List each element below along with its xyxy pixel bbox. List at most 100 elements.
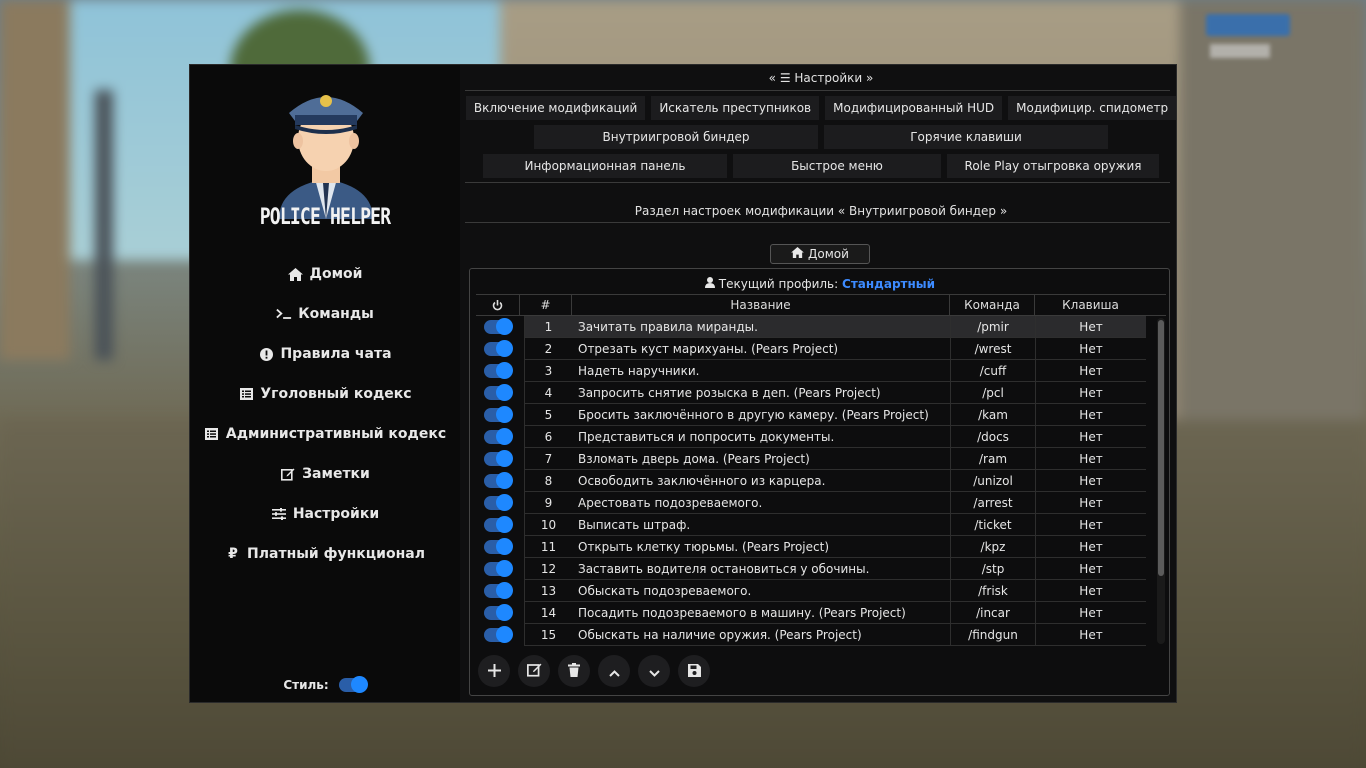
delete-button[interactable] xyxy=(558,655,590,687)
table-row[interactable]: 10 Выписать штраф./ticket Нет xyxy=(476,514,1166,536)
tab-hotkeys[interactable]: Горячие клавиши xyxy=(824,125,1108,149)
enable-toggle[interactable] xyxy=(484,560,513,577)
move-down-button[interactable] xyxy=(638,655,670,687)
row-toggle[interactable] xyxy=(476,316,520,338)
row-toggle[interactable] xyxy=(476,426,520,448)
enable-toggle[interactable] xyxy=(484,362,513,379)
move-up-button[interactable] xyxy=(598,655,630,687)
settings-tabs-row2: Внутриигровой биндер Горячие клавиши xyxy=(465,125,1177,149)
row-toggle[interactable] xyxy=(476,536,520,558)
tab-quick-menu[interactable]: Быстрое меню xyxy=(733,154,941,178)
edit-icon xyxy=(526,662,542,681)
row-toggle[interactable] xyxy=(476,624,520,646)
enable-toggle[interactable] xyxy=(484,472,513,489)
sidebar-item-settings[interactable]: Настройки xyxy=(190,494,460,534)
tab-modified-hud[interactable]: Модифицированный HUD xyxy=(825,96,1003,120)
row-number: 10 xyxy=(524,514,572,536)
home-button[interactable]: Домой xyxy=(770,244,870,264)
row-toggle[interactable] xyxy=(476,470,520,492)
sidebar-item-chat-rules[interactable]: Правила чата xyxy=(190,334,460,374)
sidebar-item-paid-features[interactable]: ₽ Платный функционал xyxy=(190,534,460,574)
edit-button[interactable] xyxy=(518,655,550,687)
table-row[interactable]: 6 Представиться и попросить документы./do… xyxy=(476,426,1166,448)
hud-info xyxy=(1210,44,1270,58)
row-toggle[interactable] xyxy=(476,514,520,536)
row-toggle[interactable] xyxy=(476,404,520,426)
row-key: Нет xyxy=(1035,492,1146,514)
enable-toggle[interactable] xyxy=(484,516,513,533)
sidebar: POLICE HELPER Домой Команды Правила чата… xyxy=(190,65,460,702)
table-row[interactable]: 12 Заставить водителя остановиться у обоч… xyxy=(476,558,1166,580)
enable-toggle[interactable] xyxy=(484,406,513,423)
table-row[interactable]: 13 Обыскать подозреваемого./frisk Нет xyxy=(476,580,1166,602)
row-toggle[interactable] xyxy=(476,580,520,602)
table-row[interactable]: 2 Отрезать куст марихуаны. (Pears Project… xyxy=(476,338,1166,360)
tab-info-panel[interactable]: Информационная панель xyxy=(483,154,727,178)
enable-toggle[interactable] xyxy=(484,626,513,643)
col-key: Клавиша xyxy=(1062,298,1119,312)
enable-toggle[interactable] xyxy=(484,318,513,335)
row-toggle[interactable] xyxy=(476,448,520,470)
row-number: 6 xyxy=(524,426,572,448)
sidebar-item-criminal-code[interactable]: Уголовный кодекс xyxy=(190,374,460,414)
enable-toggle[interactable] xyxy=(484,582,513,599)
row-toggle[interactable] xyxy=(476,382,520,404)
sidebar-item-home[interactable]: Домой xyxy=(190,254,460,294)
enable-toggle[interactable] xyxy=(484,428,513,445)
sidebar-item-admin-code[interactable]: Административный кодекс xyxy=(190,414,460,454)
table-row[interactable]: 4 Запросить снятие розыска в деп. (Pears … xyxy=(476,382,1166,404)
app-logo-text: POLICE HELPER xyxy=(259,205,391,230)
row-number: 1 xyxy=(524,316,572,338)
row-toggle[interactable] xyxy=(476,602,520,624)
row-command: /findgun xyxy=(950,624,1035,646)
style-toggle[interactable] xyxy=(338,676,368,693)
table-scrollbar[interactable] xyxy=(1157,318,1165,644)
row-command: /arrest xyxy=(950,492,1035,514)
row-toggle[interactable] xyxy=(476,558,520,580)
table-row[interactable]: 15 Обыскать на наличие оружия. (Pears Pro… xyxy=(476,624,1166,646)
row-key: Нет xyxy=(1035,580,1146,602)
row-key: Нет xyxy=(1035,558,1146,580)
row-command: /pmir xyxy=(950,316,1035,338)
tab-criminal-finder[interactable]: Искатель преступников xyxy=(651,96,820,120)
ruble-icon: ₽ xyxy=(228,546,238,562)
tab-speedometer[interactable]: Модифицир. спидометр xyxy=(1008,96,1177,120)
table-row[interactable]: 9 Арестовать подозреваемого./arrest Нет xyxy=(476,492,1166,514)
table-row[interactable]: 11 Открыть клетку тюрьмы. (Pears Project)… xyxy=(476,536,1166,558)
enable-toggle[interactable] xyxy=(484,494,513,511)
row-key: Нет xyxy=(1035,382,1146,404)
add-button[interactable] xyxy=(478,655,510,687)
tab-mod-enable[interactable]: Включение модификаций xyxy=(465,96,646,120)
table-row[interactable]: 8 Освободить заключённого из карцера./uni… xyxy=(476,470,1166,492)
table-row[interactable]: 7 Взломать дверь дома. (Pears Project)/ra… xyxy=(476,448,1166,470)
enable-toggle[interactable] xyxy=(484,538,513,555)
row-key: Нет xyxy=(1035,470,1146,492)
scrollbar-thumb[interactable] xyxy=(1158,320,1164,576)
row-toggle[interactable] xyxy=(476,492,520,514)
row-toggle[interactable] xyxy=(476,360,520,382)
row-number: 8 xyxy=(524,470,572,492)
table-row[interactable]: 5 Бросить заключённого в другую камеру. (… xyxy=(476,404,1166,426)
style-row: Стиль: xyxy=(190,676,460,693)
sidebar-item-notes[interactable]: Заметки xyxy=(190,454,460,494)
table-body: 1 Зачитать правила миранды./pmir Нет 2 Отрез… xyxy=(476,316,1166,646)
tab-binder[interactable]: Внутриигровой биндер xyxy=(534,125,818,149)
row-key: Нет xyxy=(1035,514,1146,536)
home-icon xyxy=(288,266,304,282)
row-toggle[interactable] xyxy=(476,338,520,360)
enable-toggle[interactable] xyxy=(484,340,513,357)
table-row[interactable]: 1 Зачитать правила миранды./pmir Нет xyxy=(476,316,1166,338)
plus-icon xyxy=(487,662,501,681)
table-row[interactable]: 14 Посадить подозреваемого в машину. (Pea… xyxy=(476,602,1166,624)
enable-toggle[interactable] xyxy=(484,604,513,621)
settings-tabs-row1: Включение модификаций Искатель преступни… xyxy=(465,96,1177,120)
profile-value[interactable]: Стандартный xyxy=(842,277,935,291)
enable-toggle[interactable] xyxy=(484,384,513,401)
sidebar-item-label: Административный кодекс xyxy=(225,426,447,442)
enable-toggle[interactable] xyxy=(484,450,513,467)
table-row[interactable]: 3 Надеть наручники./cuff Нет xyxy=(476,360,1166,382)
save-button[interactable] xyxy=(678,655,710,687)
row-command: /kpz xyxy=(950,536,1035,558)
sidebar-item-commands[interactable]: Команды xyxy=(190,294,460,334)
tab-weapon-roleplay[interactable]: Role Play отыгровка оружия xyxy=(947,154,1159,178)
